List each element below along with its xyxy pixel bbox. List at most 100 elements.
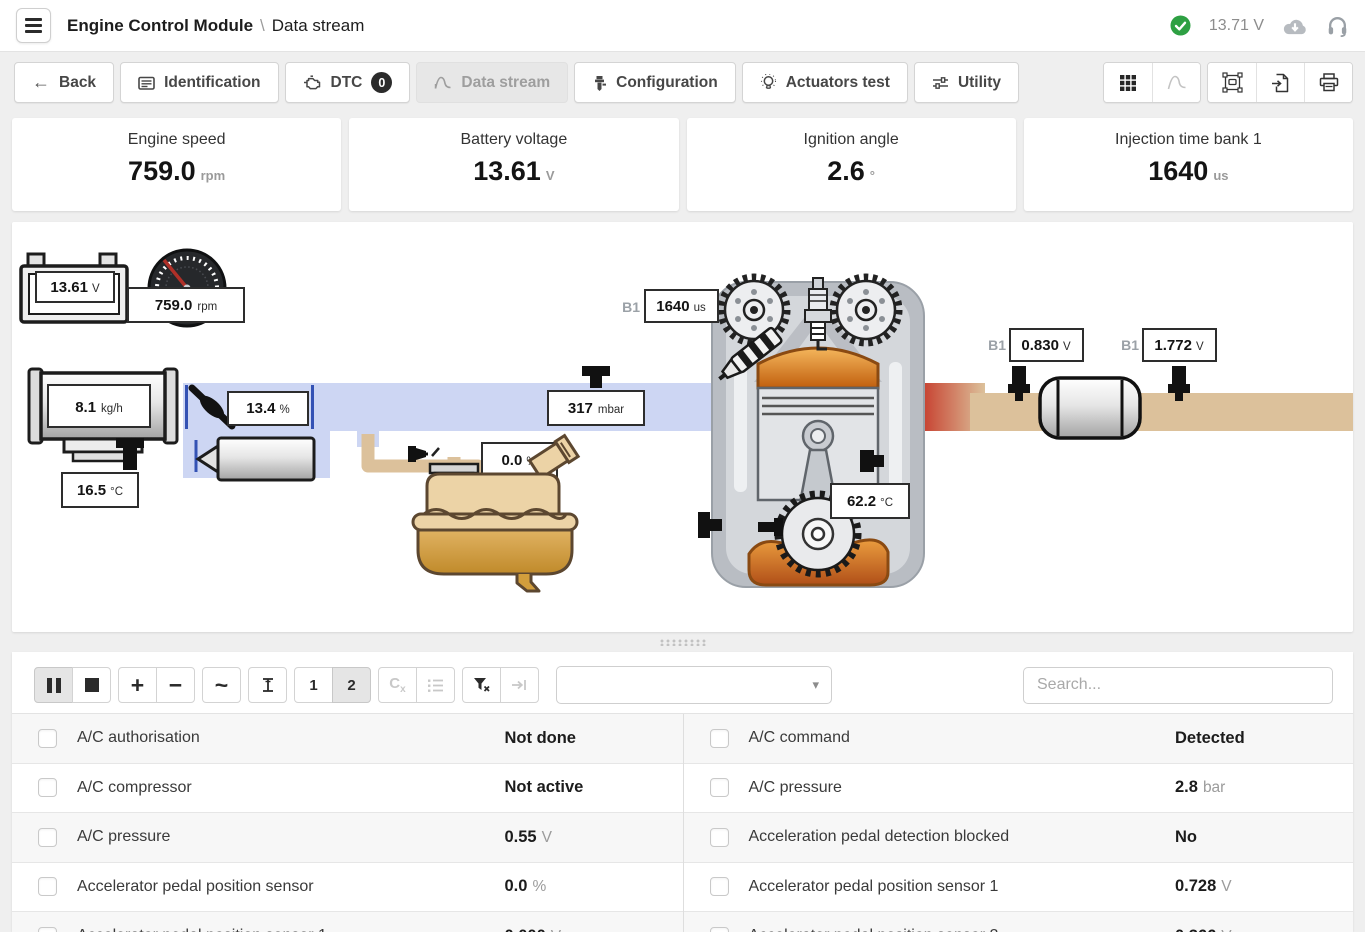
metric-value: 13.61 bbox=[473, 156, 541, 186]
breadcrumb: Engine Control Module\Data stream bbox=[67, 16, 364, 36]
menu-button[interactable] bbox=[16, 8, 51, 43]
tab-configuration[interactable]: Configuration bbox=[574, 62, 736, 103]
export-button[interactable] bbox=[1256, 63, 1304, 102]
module-title: Engine Control Module bbox=[67, 16, 253, 35]
grid-view-button[interactable] bbox=[1104, 63, 1152, 102]
breadcrumb-separator: \ bbox=[260, 16, 265, 35]
export-file-icon bbox=[1271, 73, 1290, 93]
back-button[interactable]: ← Back bbox=[14, 62, 114, 103]
support-headset-icon[interactable] bbox=[1326, 14, 1349, 37]
table-row[interactable]: A/C compressor Not active bbox=[12, 764, 683, 814]
menu-icon bbox=[25, 18, 42, 21]
table-row[interactable]: A/C command Detected bbox=[684, 714, 1354, 764]
output-group bbox=[1207, 62, 1353, 103]
table-row[interactable]: Acceleration pedal detection blocked No bbox=[684, 813, 1354, 863]
metric-unit: us bbox=[1213, 168, 1228, 183]
metric-value: 759.0 bbox=[128, 156, 196, 186]
metric-card-ignition-angle: Ignition angle 2.6° bbox=[687, 118, 1016, 211]
row-checkbox[interactable] bbox=[710, 778, 729, 797]
coolant-temp-label: 62.2°C bbox=[831, 484, 909, 518]
table-row[interactable]: Accelerator pedal position sensor 2 0.36… bbox=[684, 912, 1354, 932]
status-area: 13.71 V bbox=[1170, 14, 1349, 37]
row-value: 2.8bar bbox=[1175, 778, 1353, 797]
clear-filter-button[interactable] bbox=[462, 667, 501, 703]
function-tab-bar: ← Back Identification DTC 0 Data stream bbox=[0, 52, 1365, 118]
arrow-to-bar-icon bbox=[511, 677, 528, 693]
air-mass-flow-label: 8.1kg/h bbox=[48, 385, 150, 427]
table-row[interactable]: Accelerator pedal position sensor 1 0.72… bbox=[684, 863, 1354, 913]
supply-voltage: 13.71 V bbox=[1209, 17, 1264, 35]
intake-air-temp-label: 16.5°C bbox=[62, 473, 138, 507]
dtc-count-badge: 0 bbox=[371, 72, 392, 93]
add-button[interactable]: + bbox=[118, 667, 157, 703]
clear-chart-button[interactable]: Cx bbox=[378, 667, 417, 703]
search-input[interactable] bbox=[1023, 667, 1333, 704]
row-checkbox[interactable] bbox=[710, 877, 729, 896]
engine-speed-label: 759.0rpm bbox=[128, 288, 244, 322]
stop-button[interactable] bbox=[72, 667, 111, 703]
tab-identification[interactable]: Identification bbox=[120, 62, 278, 103]
panel-splitter[interactable] bbox=[0, 632, 1365, 652]
two-column-button[interactable]: 2 bbox=[332, 667, 371, 703]
identification-card-icon bbox=[138, 75, 155, 91]
cloud-download-icon[interactable] bbox=[1282, 15, 1308, 37]
clear-group: Cx bbox=[378, 667, 455, 703]
goto-button[interactable] bbox=[500, 667, 539, 703]
view-mode-group bbox=[1103, 62, 1201, 103]
catalytic-converter-icon bbox=[1040, 378, 1140, 438]
chart-view-button[interactable] bbox=[1152, 63, 1200, 102]
table-row[interactable]: A/C pressure 2.8bar bbox=[684, 764, 1354, 814]
text-height-button[interactable] bbox=[248, 667, 287, 703]
row-value: 0.366V bbox=[1175, 927, 1353, 932]
table-row[interactable]: Accelerator pedal position sensor 1 0.00… bbox=[12, 912, 683, 932]
table-row[interactable]: A/C authorisation Not done bbox=[12, 714, 683, 764]
parameters-toolbar: + − ~ 1 2 Cx bbox=[12, 652, 1353, 713]
tab-actuators-test[interactable]: Actuators test bbox=[742, 62, 908, 103]
metric-unit: ° bbox=[870, 168, 875, 183]
row-checkbox[interactable] bbox=[38, 828, 57, 847]
metric-card-injection-time: Injection time bank 1 1640us bbox=[1024, 118, 1353, 211]
text-size-group bbox=[248, 667, 287, 703]
print-button[interactable] bbox=[1304, 63, 1352, 102]
svg-text:B1: B1 bbox=[988, 337, 1006, 353]
snapshot-frame-button[interactable] bbox=[1208, 63, 1256, 102]
row-checkbox[interactable] bbox=[710, 927, 729, 932]
waveform-button[interactable]: ~ bbox=[202, 667, 241, 703]
tab-utility[interactable]: Utility bbox=[914, 62, 1019, 103]
metric-unit: V bbox=[546, 168, 555, 183]
list-button[interactable] bbox=[416, 667, 455, 703]
plus-icon: + bbox=[131, 674, 144, 697]
metric-card-battery-voltage: Battery voltage 13.61V bbox=[349, 118, 678, 211]
metric-unit: rpm bbox=[201, 168, 226, 183]
grid-view-icon bbox=[1119, 74, 1137, 92]
print-icon bbox=[1319, 73, 1339, 92]
row-checkbox[interactable] bbox=[38, 729, 57, 748]
live-metric-cards: Engine speed 759.0rpm Battery voltage 13… bbox=[12, 118, 1353, 211]
list-icon bbox=[427, 678, 444, 693]
configuration-icon bbox=[592, 75, 607, 91]
metric-value: 2.6 bbox=[827, 156, 865, 186]
throttle-position-label: 13.4% bbox=[228, 392, 308, 425]
minus-icon: − bbox=[169, 674, 182, 697]
engine-dtc-icon bbox=[303, 75, 322, 90]
playback-group bbox=[34, 667, 111, 703]
table-row[interactable]: Accelerator pedal position sensor 0.0% bbox=[12, 863, 683, 913]
parameters-column-right: A/C command Detected A/C pressure 2.8bar… bbox=[683, 714, 1354, 932]
row-checkbox[interactable] bbox=[38, 877, 57, 896]
snapshot-frame-icon bbox=[1222, 72, 1243, 93]
filter-x-icon bbox=[473, 677, 490, 693]
one-column-button[interactable]: 1 bbox=[294, 667, 333, 703]
tab-data-stream[interactable]: Data stream bbox=[416, 62, 568, 103]
tab-dtc[interactable]: DTC 0 bbox=[285, 62, 411, 103]
group-filter-dropdown[interactable]: ▾ bbox=[556, 666, 832, 704]
filter-group bbox=[462, 667, 539, 703]
row-checkbox[interactable] bbox=[38, 778, 57, 797]
row-checkbox[interactable] bbox=[710, 729, 729, 748]
row-value: Not active bbox=[505, 778, 683, 797]
row-checkbox[interactable] bbox=[38, 927, 57, 932]
row-checkbox[interactable] bbox=[710, 828, 729, 847]
utility-sliders-icon bbox=[932, 75, 949, 91]
remove-button[interactable]: − bbox=[156, 667, 195, 703]
table-row[interactable]: A/C pressure 0.55V bbox=[12, 813, 683, 863]
pause-button[interactable] bbox=[34, 667, 73, 703]
